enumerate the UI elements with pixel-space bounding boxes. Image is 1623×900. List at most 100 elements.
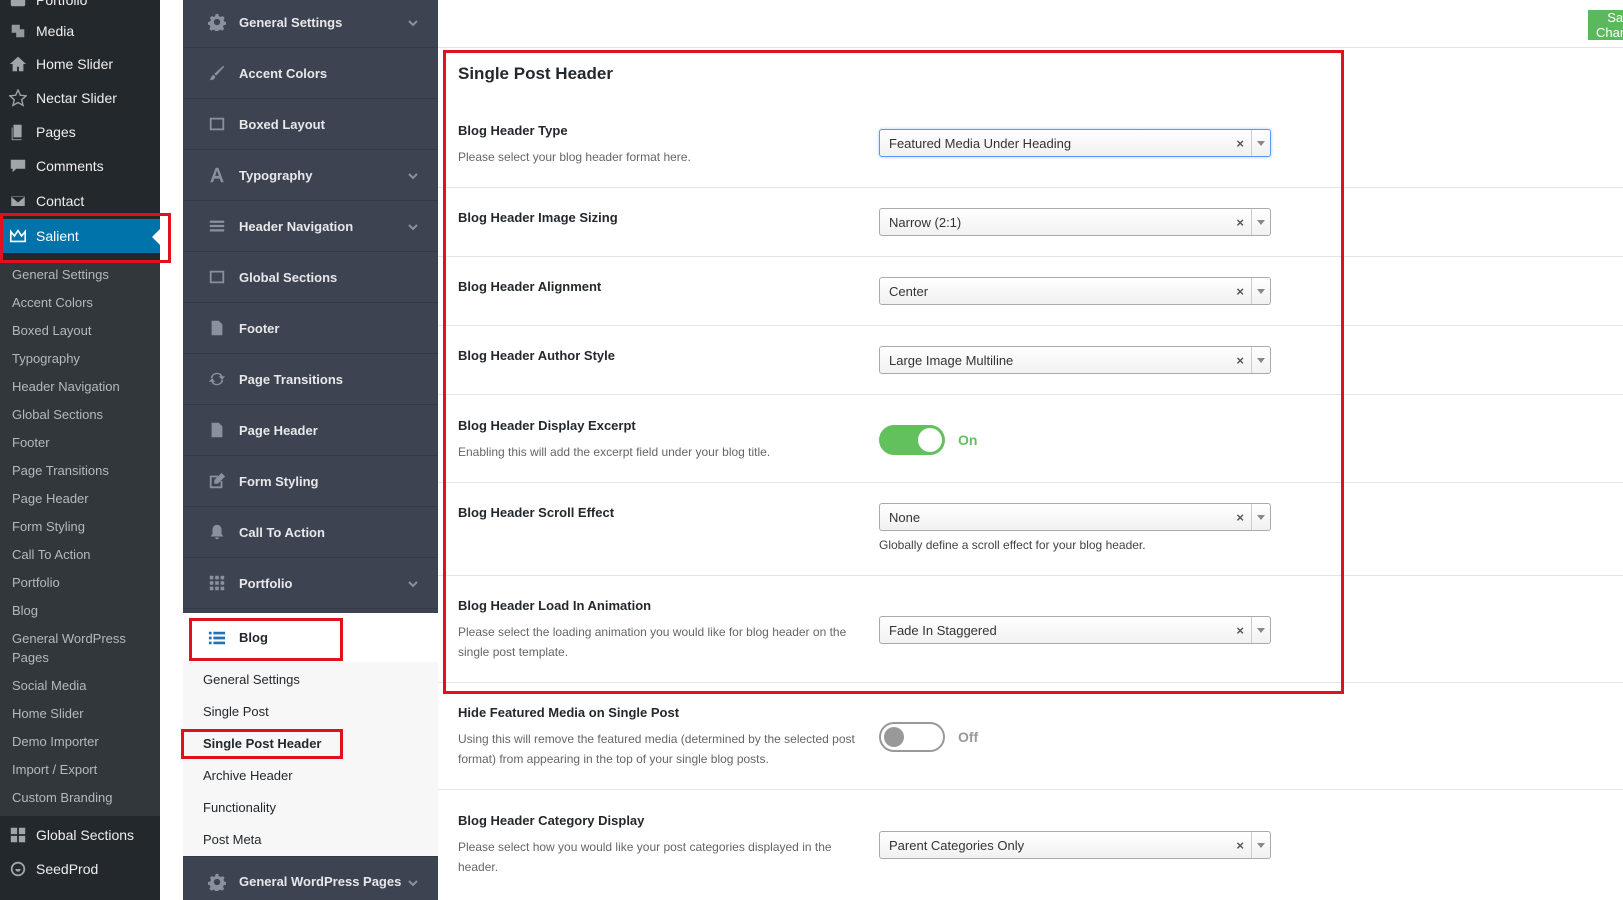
field-description: Please select your blog header format he… [458, 150, 691, 164]
panel-nav-page-header[interactable]: Page Header [183, 405, 438, 456]
wp-menu-item-media[interactable]: Media [0, 14, 160, 48]
panel-nav-global-sections[interactable]: Global Sections [183, 252, 438, 303]
wp-submenu-item[interactable]: Import / Export [12, 760, 152, 779]
dropdown-arrow-icon[interactable] [1251, 504, 1270, 530]
wp-menu-item-comments[interactable]: Comments [0, 149, 160, 183]
gear-icon [207, 872, 227, 892]
crown-icon [8, 227, 28, 245]
clear-icon[interactable]: × [1236, 510, 1244, 525]
blog-sub-functionality[interactable]: Functionality [203, 799, 276, 817]
panel-nav-footer[interactable]: Footer [183, 303, 438, 354]
clear-icon[interactable]: × [1236, 838, 1244, 853]
portfolio-icon [8, 0, 28, 9]
panel-nav-typography[interactable]: Typography [183, 150, 438, 201]
blog-header-author-style-select[interactable]: Large Image Multiline × [879, 346, 1271, 374]
panel-nav-blog[interactable]: Blog [183, 613, 438, 662]
blog-sub-single-post-header[interactable]: Single Post Header [203, 735, 321, 753]
panel-nav-page-transitions[interactable]: Page Transitions [183, 354, 438, 405]
clear-icon[interactable]: × [1236, 353, 1244, 368]
blog-sub-single-post[interactable]: Single Post [203, 703, 269, 721]
wp-submenu-item[interactable]: Accent Colors [12, 293, 152, 312]
blog-sub-post-meta[interactable]: Post Meta [203, 831, 262, 849]
dropdown-arrow-icon[interactable] [1251, 617, 1270, 643]
wp-submenu-item[interactable]: Form Styling [12, 517, 152, 536]
comments-icon [8, 157, 28, 175]
file-icon [207, 420, 227, 440]
wp-submenu-item[interactable]: Typography [12, 349, 152, 368]
panel-nav-general-settings[interactable]: General Settings [183, 0, 438, 48]
field-label: Blog Header Image Sizing [458, 210, 618, 225]
panel-nav-call-to-action[interactable]: Call To Action [183, 507, 438, 558]
hide-featured-media-toggle[interactable] [879, 722, 945, 752]
wp-submenu-item[interactable]: Home Slider [12, 704, 152, 723]
wp-submenu-item[interactable]: Page Transitions [12, 461, 152, 480]
toggle-state-label: Off [958, 729, 979, 745]
edit-icon [207, 471, 227, 491]
dropdown-arrow-icon[interactable] [1251, 278, 1270, 304]
pages-icon [8, 123, 28, 141]
panel-nav-boxed-layout[interactable]: Boxed Layout [183, 99, 438, 150]
wp-admin-menu: Portfolio Media Home Slider Nectar Slide… [0, 0, 160, 900]
blog-header-scroll-effect-select[interactable]: None × [879, 503, 1271, 531]
select-value: Parent Categories Only [889, 837, 1025, 853]
panel-nav-portfolio[interactable]: Portfolio [183, 558, 438, 609]
blog-sub-general-settings[interactable]: General Settings [203, 671, 300, 689]
wp-submenu-item[interactable]: Global Sections [12, 405, 152, 424]
grid-icon [207, 573, 227, 593]
wp-submenu-item[interactable]: Call To Action [12, 545, 152, 564]
wp-menu-item-home-slider[interactable]: Home Slider [0, 47, 160, 81]
field-row-blog-header-category-display: Blog Header Category Display Please sele… [438, 790, 1623, 900]
wp-submenu-item[interactable]: Header Navigation [12, 377, 152, 396]
panel-nav-accent-colors[interactable]: Accent Colors [183, 48, 438, 99]
wp-submenu-item[interactable]: Custom Branding [12, 788, 152, 807]
panel-nav-header-navigation[interactable]: Header Navigation [183, 201, 438, 252]
wp-menu-item-contact[interactable]: Contact [0, 184, 160, 218]
star-icon [8, 89, 28, 107]
dropdown-arrow-icon[interactable] [1251, 130, 1270, 156]
wp-submenu-item[interactable]: General Settings [12, 265, 152, 284]
dropdown-arrow-icon[interactable] [1251, 347, 1270, 373]
display-excerpt-toggle[interactable] [879, 425, 945, 455]
wp-submenu-item[interactable]: Demo Importer [12, 732, 152, 751]
save-changes-button[interactable]: Save Changes [1588, 10, 1623, 40]
blog-header-category-display-select[interactable]: Parent Categories Only × [879, 831, 1271, 859]
panel-nav-general-wordpress-pages[interactable]: General WordPress Pages [183, 856, 438, 900]
wp-submenu-item[interactable]: Footer [12, 433, 152, 452]
panel-nav-form-styling[interactable]: Form Styling [183, 456, 438, 507]
wp-menu-item-nectar-slider[interactable]: Nectar Slider [0, 81, 160, 115]
clear-icon[interactable]: × [1236, 215, 1244, 230]
wp-submenu-item[interactable]: General WordPress Pages [12, 629, 152, 667]
wp-submenu-item[interactable]: Blog [12, 601, 152, 620]
wp-submenu-item[interactable]: Social Media [12, 676, 152, 695]
boxed-icon [207, 267, 227, 287]
wp-menu-item-salient[interactable]: Salient [0, 219, 160, 253]
clear-icon[interactable]: × [1236, 623, 1244, 638]
field-row-blog-header-display-excerpt: Blog Header Display Excerpt Enabling thi… [438, 395, 1623, 483]
clear-icon[interactable]: × [1236, 284, 1244, 299]
wp-menu-item-global-sections[interactable]: Global Sections [0, 818, 160, 852]
dropdown-arrow-icon[interactable] [1251, 209, 1270, 235]
blog-header-alignment-select[interactable]: Center × [879, 277, 1271, 305]
select-value: Center [889, 283, 929, 299]
typography-icon [207, 165, 227, 185]
select-value: Featured Media Under Heading [889, 135, 1072, 151]
field-label: Hide Featured Media on Single Post [458, 705, 680, 720]
blog-header-load-in-animation-select[interactable]: Fade In Staggered × [879, 616, 1271, 644]
blog-header-image-sizing-select[interactable]: Narrow (2:1) × [879, 208, 1271, 236]
wp-submenu-item[interactable]: Portfolio [12, 573, 152, 592]
wp-submenu-item[interactable]: Boxed Layout [12, 321, 152, 340]
wp-menu-item-seedprod[interactable]: SeedProd [0, 852, 160, 886]
wp-submenu-item[interactable]: Page Header [12, 489, 152, 508]
brush-icon [207, 63, 227, 83]
clear-icon[interactable]: × [1236, 136, 1244, 151]
field-label: Blog Header Category Display [458, 813, 645, 828]
wp-menu-item-pages[interactable]: Pages [0, 115, 160, 149]
dropdown-arrow-icon[interactable] [1251, 832, 1270, 858]
chevron-down-icon [408, 16, 418, 27]
toggle-knob [884, 727, 904, 747]
grid-icon [8, 826, 28, 844]
field-row-hide-featured-media: Hide Featured Media on Single Post Using… [438, 683, 1623, 790]
gear-icon [207, 12, 227, 32]
blog-sub-archive-header[interactable]: Archive Header [203, 767, 293, 785]
blog-header-type-select[interactable]: Featured Media Under Heading × [879, 129, 1271, 157]
